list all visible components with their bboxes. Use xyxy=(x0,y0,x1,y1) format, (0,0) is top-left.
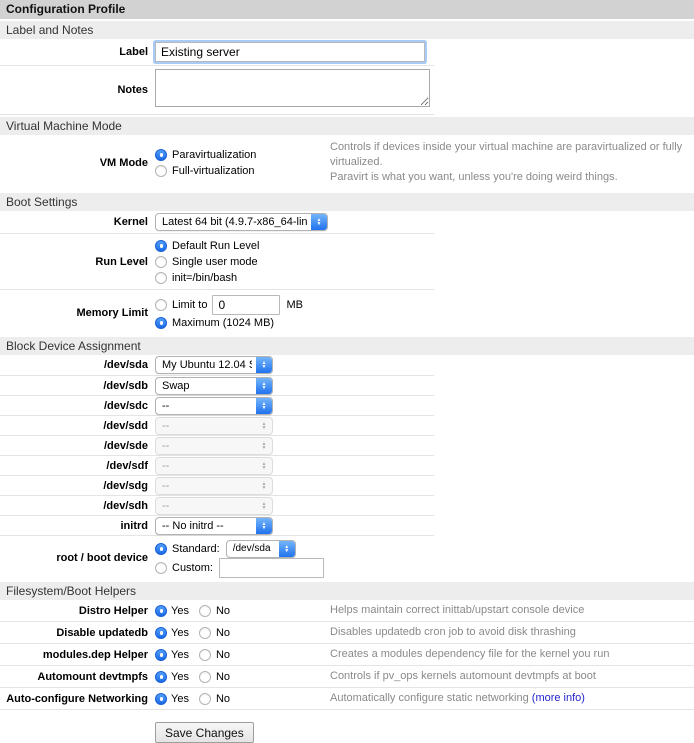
sdg-select: -- xyxy=(155,477,273,495)
default-run-level-radio[interactable] xyxy=(155,240,167,252)
auto-networking-no-radio[interactable] xyxy=(199,693,211,705)
memory-limit-row: Memory Limit Limit to MB Maximum (1024 M… xyxy=(0,290,434,335)
vm-mode-label: VM Mode xyxy=(0,157,148,169)
device-row-sda: /dev/sda My Ubuntu 12.04 Server xyxy=(0,355,434,375)
sdd-select: -- xyxy=(155,417,273,435)
device-row-sdh: /dev/sdh -- xyxy=(0,495,434,515)
kernel-label: Kernel xyxy=(0,216,148,228)
disable-updatedb-no-radio[interactable] xyxy=(199,627,211,639)
sdf-select: -- xyxy=(155,457,273,475)
single-user-mode-radio[interactable] xyxy=(155,256,167,268)
vm-mode-row: VM Mode Paravirtualization Full-virtuali… xyxy=(0,135,694,191)
custom-root-input[interactable] xyxy=(219,558,324,578)
root-boot-device-label: root / boot device xyxy=(0,552,148,564)
init-bin-bash-option[interactable]: init=/bin/bash xyxy=(155,270,259,285)
section-header-block-devices: Block Device Assignment xyxy=(0,337,694,355)
select-arrows-icon xyxy=(256,418,272,434)
root-boot-device-row: root / boot device Standard: /dev/sda Cu… xyxy=(0,535,434,580)
select-arrows-icon xyxy=(311,214,327,230)
modules-dep-no-radio[interactable] xyxy=(199,649,211,661)
sdc-select[interactable]: -- xyxy=(155,397,273,415)
section-header-label-and-notes: Label and Notes xyxy=(0,21,694,39)
distro-helper-row: Distro Helper Yes No Helps maintain corr… xyxy=(0,600,694,622)
modules-dep-helper-row: modules.dep Helper Yes No Creates a modu… xyxy=(0,644,694,666)
device-row-sdg: /dev/sdg -- xyxy=(0,475,434,495)
select-arrows-icon xyxy=(256,438,272,454)
device-row-sdf: /dev/sdf -- xyxy=(0,455,434,475)
section-header-helpers: Filesystem/Boot Helpers xyxy=(0,582,694,600)
paravirtualization-radio[interactable] xyxy=(155,149,167,161)
custom-root-option[interactable]: Custom: xyxy=(155,558,324,577)
device-row-sdd: /dev/sdd -- xyxy=(0,415,434,435)
page-title: Configuration Profile xyxy=(0,0,694,19)
standard-root-select[interactable]: /dev/sda xyxy=(226,540,296,558)
vm-mode-help: Controls if devices inside your virtual … xyxy=(330,140,694,185)
select-arrows-icon xyxy=(279,541,295,557)
select-arrows-icon xyxy=(256,357,272,373)
section-header-boot-settings: Boot Settings xyxy=(0,193,694,211)
sda-select[interactable]: My Ubuntu 12.04 Server xyxy=(155,356,273,374)
select-arrows-icon xyxy=(256,378,272,394)
maximum-memory-option[interactable]: Maximum (1024 MB) xyxy=(155,315,303,330)
notes-textarea[interactable] xyxy=(155,69,430,107)
notes-field-label: Notes xyxy=(0,84,148,96)
run-level-row: Run Level Default Run Level Single user … xyxy=(0,234,434,290)
save-changes-button[interactable]: Save Changes xyxy=(155,722,254,743)
standard-root-option[interactable]: Standard: /dev/sda xyxy=(155,539,324,558)
section-header-vm-mode: Virtual Machine Mode xyxy=(0,117,694,135)
full-virtualization-option[interactable]: Full-virtualization xyxy=(155,163,330,178)
device-row-initrd: initrd -- No initrd -- xyxy=(0,515,434,535)
label-field-label: Label xyxy=(0,46,148,58)
auto-configure-networking-row: Auto-configure Networking Yes No Automat… xyxy=(0,688,694,710)
label-input[interactable] xyxy=(155,42,425,62)
select-arrows-icon xyxy=(256,478,272,494)
modules-dep-yes-radio[interactable] xyxy=(155,649,167,661)
kernel-row: Kernel Latest 64 bit (4.9.7-x86_64-linod… xyxy=(0,211,434,234)
memory-limit-unit: MB xyxy=(286,299,303,311)
distro-helper-no-radio[interactable] xyxy=(199,605,211,617)
configuration-profile-page: Configuration Profile Label and Notes La… xyxy=(0,0,694,743)
automount-devtmpfs-yes-radio[interactable] xyxy=(155,671,167,683)
custom-root-radio[interactable] xyxy=(155,562,167,574)
kernel-select[interactable]: Latest 64 bit (4.9.7-x86_64-linode80) xyxy=(155,213,328,231)
sdh-select: -- xyxy=(155,497,273,515)
default-run-level-option[interactable]: Default Run Level xyxy=(155,238,259,253)
paravirtualization-option[interactable]: Paravirtualization xyxy=(155,147,330,162)
device-row-sdc: /dev/sdc -- xyxy=(0,395,434,415)
more-info-link[interactable]: (more info) xyxy=(532,692,585,704)
disable-updatedb-row: Disable updatedb Yes No Disables updated… xyxy=(0,622,694,644)
limit-to-option[interactable]: Limit to MB xyxy=(155,295,303,314)
select-arrows-icon xyxy=(256,498,272,514)
standard-root-radio[interactable] xyxy=(155,543,167,555)
sdb-select[interactable]: Swap xyxy=(155,377,273,395)
distro-helper-yes-radio[interactable] xyxy=(155,605,167,617)
single-user-mode-option[interactable]: Single user mode xyxy=(155,254,259,269)
memory-limit-input[interactable] xyxy=(212,295,280,315)
initrd-select[interactable]: -- No initrd -- xyxy=(155,517,273,535)
select-arrows-icon xyxy=(256,458,272,474)
memory-limit-label: Memory Limit xyxy=(0,307,148,319)
select-arrows-icon xyxy=(256,398,272,414)
notes-row: Notes xyxy=(0,66,434,115)
sde-select: -- xyxy=(155,437,273,455)
init-bin-bash-radio[interactable] xyxy=(155,272,167,284)
automount-devtmpfs-no-radio[interactable] xyxy=(199,671,211,683)
automount-devtmpfs-row: Automount devtmpfs Yes No Controls if pv… xyxy=(0,666,694,688)
disable-updatedb-yes-radio[interactable] xyxy=(155,627,167,639)
device-row-sde: /dev/sde -- xyxy=(0,435,434,455)
auto-networking-yes-radio[interactable] xyxy=(155,693,167,705)
device-row-sdb: /dev/sdb Swap xyxy=(0,375,434,395)
label-row: Label xyxy=(0,39,434,66)
maximum-memory-radio[interactable] xyxy=(155,317,167,329)
limit-to-radio[interactable] xyxy=(155,299,167,311)
run-level-label: Run Level xyxy=(0,256,148,268)
full-virtualization-radio[interactable] xyxy=(155,165,167,177)
select-arrows-icon xyxy=(256,518,272,534)
